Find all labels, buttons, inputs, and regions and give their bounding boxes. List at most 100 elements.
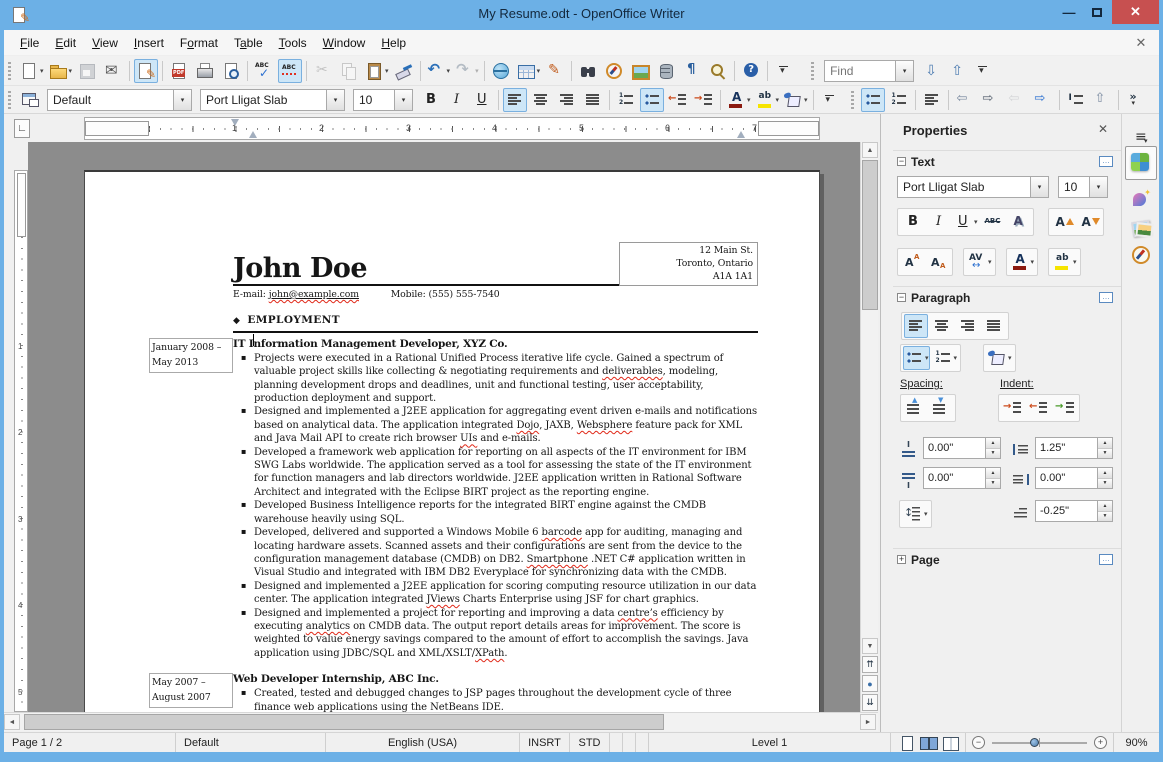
- tab-styles[interactable]: [1125, 184, 1157, 214]
- move-up-button[interactable]: [1090, 88, 1114, 112]
- zoom-percentage[interactable]: 90%: [1113, 733, 1159, 752]
- zoom-button[interactable]: [706, 59, 730, 83]
- toolbar-grip[interactable]: [8, 61, 11, 80]
- status-selection-mode[interactable]: STD: [570, 733, 610, 752]
- vertical-ruler[interactable]: 1 2 3 4 5: [14, 142, 28, 712]
- bullets-on-off-button[interactable]: [860, 87, 885, 112]
- promote-with-subpoints-button[interactable]: [1005, 88, 1029, 112]
- bullets-toolbar-grip[interactable]: [850, 90, 854, 109]
- decrease-spacing-button[interactable]: [929, 396, 953, 420]
- increase-indent-button[interactable]: [1001, 396, 1025, 420]
- combo-arrow-icon[interactable]: ▾: [173, 89, 191, 110]
- menu-table[interactable]: Table: [226, 32, 271, 54]
- export-pdf-button[interactable]: [167, 59, 191, 83]
- spin-down-icon[interactable]: ▼: [1098, 510, 1112, 521]
- text-dialog-launcher-icon[interactable]: [1099, 156, 1113, 167]
- spellcheck-button[interactable]: [252, 59, 276, 83]
- zoom-out-button[interactable]: −: [972, 736, 985, 749]
- spin-up-icon[interactable]: ▲: [1098, 501, 1112, 511]
- numbering-on-off-button[interactable]: [887, 88, 911, 112]
- maximize-button[interactable]: [1083, 0, 1111, 24]
- underline-button[interactable]: ▾: [952, 210, 979, 234]
- spin-down-icon[interactable]: ▼: [1098, 447, 1112, 458]
- right-indent-marker[interactable]: [737, 131, 745, 138]
- paste-button[interactable]: ▾: [363, 59, 390, 83]
- next-page-button[interactable]: ⇊: [862, 694, 878, 711]
- combo-arrow-icon[interactable]: ▾: [394, 89, 412, 110]
- decrease-indent-button[interactable]: [1027, 396, 1051, 420]
- increase-font-size-button[interactable]: [1051, 210, 1075, 234]
- before-indent-input[interactable]: [1036, 442, 1097, 454]
- page-section-header[interactable]: Page: [893, 548, 1121, 570]
- superscript-button[interactable]: [900, 250, 924, 274]
- title-bar[interactable]: My Resume.odt - OpenOffice Writer — ✕: [0, 0, 1163, 30]
- status-outline-level[interactable]: Level 1: [649, 733, 891, 752]
- spin-down-icon[interactable]: ▼: [986, 447, 1000, 458]
- open-document-button[interactable]: ▾: [47, 59, 74, 83]
- below-spacing-input[interactable]: [924, 472, 985, 484]
- status-extra-indicator[interactable]: [636, 733, 649, 752]
- print-button[interactable]: [193, 59, 217, 83]
- increase-indent-button[interactable]: [692, 88, 716, 112]
- toolbar-overflow-button[interactable]: [1123, 88, 1147, 112]
- multi-page-view-button[interactable]: [919, 734, 938, 752]
- scroll-down-icon[interactable]: ▼: [862, 638, 878, 654]
- align-center-button[interactable]: [529, 88, 553, 112]
- nonprinting-characters-button[interactable]: [680, 59, 704, 83]
- spin-down-icon[interactable]: ▼: [1098, 477, 1112, 488]
- spinner-buttons[interactable]: ▲ ▼: [1097, 468, 1112, 488]
- align-right-button[interactable]: [555, 88, 579, 112]
- combo-arrow-icon[interactable]: ▾: [1030, 177, 1048, 197]
- data-sources-button[interactable]: [654, 59, 678, 83]
- menu-insert[interactable]: Insert: [126, 32, 172, 54]
- decrease-indent-button[interactable]: [666, 88, 690, 112]
- draw-functions-button[interactable]: [543, 59, 567, 83]
- auto-spellcheck-button[interactable]: [278, 58, 303, 83]
- sidebar-font-name-combo[interactable]: Port Lligat Slab ▾: [897, 176, 1049, 198]
- paragraph-background-button[interactable]: ▾: [986, 346, 1013, 370]
- strikethrough-button[interactable]: [981, 210, 1005, 234]
- horizontal-scrollbar[interactable]: ◄ ►: [4, 712, 878, 731]
- align-justify-button[interactable]: [982, 314, 1006, 338]
- background-color-button[interactable]: ▾: [782, 88, 809, 112]
- job-dates[interactable]: January 2008 – May 2013: [149, 337, 233, 373]
- insert-unnumbered-entry-button[interactable]: [1064, 88, 1088, 112]
- close-document-icon[interactable]: ✕: [1133, 35, 1149, 51]
- find-previous-button[interactable]: ⇧: [945, 59, 969, 83]
- align-left-button[interactable]: [904, 314, 928, 338]
- gallery-button[interactable]: [628, 59, 652, 83]
- font-color-button[interactable]: ▾: [1009, 250, 1036, 274]
- status-unsaved-indicator[interactable]: [610, 733, 623, 752]
- styles-and-formatting-button[interactable]: [18, 88, 42, 112]
- find-replace-button[interactable]: [576, 59, 600, 83]
- spinner-buttons[interactable]: ▲ ▼: [1097, 438, 1112, 458]
- toolbar-options-button[interactable]: [818, 88, 842, 112]
- book-view-button[interactable]: [941, 734, 959, 752]
- copy-button[interactable]: [337, 59, 361, 83]
- redo-button[interactable]: ▾: [453, 59, 480, 83]
- highlighting-button[interactable]: ▾: [1051, 250, 1078, 274]
- increase-spacing-button[interactable]: [903, 396, 927, 420]
- document-page[interactable]: John Doe 12 Main St. Toronto, Ontario A1…: [84, 170, 820, 712]
- bold-button[interactable]: [900, 210, 924, 234]
- spinner-buttons[interactable]: ▲ ▼: [1097, 501, 1112, 521]
- first-line-indent-input[interactable]: [1036, 505, 1097, 517]
- help-button[interactable]: [739, 59, 763, 83]
- horizontal-scrollbar-thumb[interactable]: [24, 714, 664, 730]
- spin-up-icon[interactable]: ▲: [1098, 468, 1112, 478]
- subscript-button[interactable]: [926, 250, 950, 274]
- spin-up-icon[interactable]: ▲: [1098, 438, 1112, 448]
- horizontal-ruler[interactable]: 1 2 3 4 5 6 7: [84, 117, 820, 140]
- menu-tools[interactable]: Tools: [271, 32, 315, 54]
- edit-file-button[interactable]: [134, 58, 159, 83]
- vertical-scrollbar[interactable]: ▲ ▼ ⇈ ● ⇊: [860, 142, 878, 712]
- paragraph-dialog-launcher-icon[interactable]: [1099, 292, 1113, 303]
- spin-down-icon[interactable]: ▼: [986, 477, 1000, 488]
- close-button[interactable]: ✕: [1112, 0, 1159, 24]
- paragraph-section-header[interactable]: Paragraph: [893, 286, 1121, 308]
- highlighting-button[interactable]: ▾: [754, 88, 781, 112]
- no-list-button[interactable]: [920, 88, 944, 112]
- find-toolbar-options-button[interactable]: [971, 59, 995, 83]
- job-body[interactable]: IT Information Management Developer, XYZ…: [233, 338, 758, 660]
- decrease-font-size-button[interactable]: [1077, 210, 1101, 234]
